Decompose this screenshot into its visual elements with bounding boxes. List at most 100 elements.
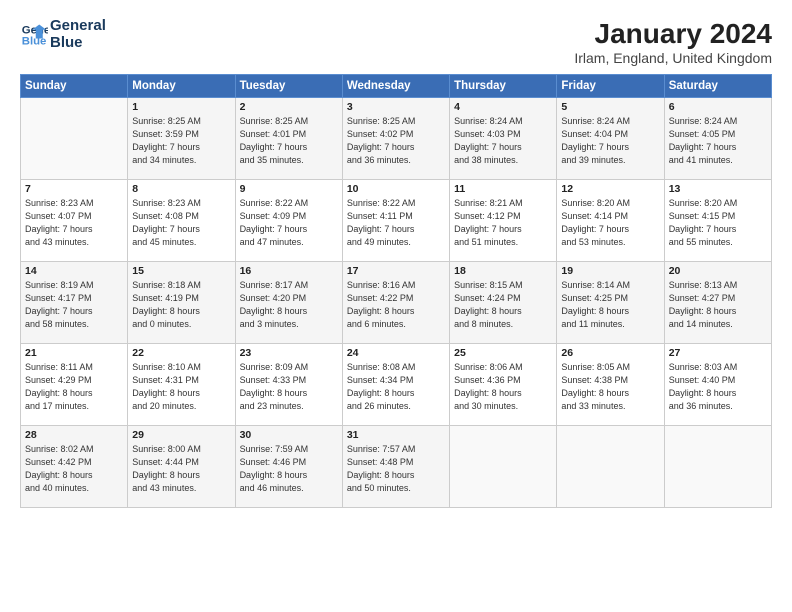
week-row-5: 28Sunrise: 8:02 AM Sunset: 4:42 PM Dayli… [21,426,772,508]
day-number: 6 [669,101,767,113]
day-number: 22 [132,347,230,359]
weekday-header-sunday: Sunday [21,75,128,98]
day-cell: 23 Sunrise: 8:09 AM Sunset: 4:33 PM Dayli… [235,344,342,426]
day-number: 3 [347,101,445,113]
day-cell: 27Sunrise: 8:03 AM Sunset: 4:40 PM Dayli… [664,344,771,426]
day-number: 25 [454,347,552,359]
day-cell: 29Sunrise: 8:00 AM Sunset: 4:44 PM Dayli… [128,426,235,508]
day-info: Sunrise: 8:24 AM Sunset: 4:03 PM Dayligh… [454,115,552,167]
day-number: 13 [669,183,767,195]
day-cell: 11Sunrise: 8:21 AM Sunset: 4:12 PM Dayli… [450,180,557,262]
week-row-2: 7 Sunrise: 8:23 AM Sunset: 4:07 PM Daylig… [21,180,772,262]
day-info: Sunrise: 7:57 AM Sunset: 4:48 PM Dayligh… [347,443,445,495]
day-info: Sunrise: 8:20 AM Sunset: 4:15 PM Dayligh… [669,197,767,249]
day-cell: 7 Sunrise: 8:23 AM Sunset: 4:07 PM Daylig… [21,180,128,262]
day-cell: 20 Sunrise: 8:13 AM Sunset: 4:27 PM Dayli… [664,262,771,344]
day-info: Sunrise: 8:25 AM Sunset: 4:02 PM Dayligh… [347,115,445,167]
day-number: 4 [454,101,552,113]
day-cell [557,426,664,508]
day-cell: 4 Sunrise: 8:24 AM Sunset: 4:03 PM Daylig… [450,98,557,180]
day-number: 16 [240,265,338,277]
logo-text: General Blue [50,18,106,51]
day-number: 8 [132,183,230,195]
title-block: January 2024 Irlam, England, United King… [574,18,772,66]
svg-text:General: General [22,24,48,36]
day-cell: 14 Sunrise: 8:19 AM Sunset: 4:17 PM Dayli… [21,262,128,344]
day-info: Sunrise: 8:10 AM Sunset: 4:31 PM Dayligh… [132,361,230,413]
day-info: Sunrise: 8:19 AM Sunset: 4:17 PM Dayligh… [25,279,123,331]
day-info: Sunrise: 8:25 AM Sunset: 3:59 PM Dayligh… [132,115,230,167]
day-cell: 17 Sunrise: 8:16 AM Sunset: 4:22 PM Dayli… [342,262,449,344]
day-info: Sunrise: 8:02 AM Sunset: 4:42 PM Dayligh… [25,443,123,495]
day-info: Sunrise: 8:14 AM Sunset: 4:25 PM Dayligh… [561,279,659,331]
day-info: Sunrise: 8:06 AM Sunset: 4:36 PM Dayligh… [454,361,552,413]
day-number: 17 [347,265,445,277]
day-cell: 3 Sunrise: 8:25 AM Sunset: 4:02 PM Daylig… [342,98,449,180]
day-info: Sunrise: 8:15 AM Sunset: 4:24 PM Dayligh… [454,279,552,331]
day-number: 26 [561,347,659,359]
day-info: Sunrise: 8:17 AM Sunset: 4:20 PM Dayligh… [240,279,338,331]
day-number: 31 [347,429,445,441]
day-number: 19 [561,265,659,277]
day-cell: 30Sunrise: 7:59 AM Sunset: 4:46 PM Dayli… [235,426,342,508]
logo-icon: General Blue [20,21,48,49]
day-number: 1 [132,101,230,113]
header: General Blue General Blue January 2024 I… [20,18,772,66]
day-cell: 10 Sunrise: 8:22 AM Sunset: 4:11 PM Dayli… [342,180,449,262]
day-cell: 9 Sunrise: 8:22 AM Sunset: 4:09 PM Daylig… [235,180,342,262]
weekday-header-thursday: Thursday [450,75,557,98]
day-cell [450,426,557,508]
day-cell: 28Sunrise: 8:02 AM Sunset: 4:42 PM Dayli… [21,426,128,508]
weekday-header-tuesday: Tuesday [235,75,342,98]
day-cell [664,426,771,508]
day-info: Sunrise: 8:00 AM Sunset: 4:44 PM Dayligh… [132,443,230,495]
page: General Blue General Blue January 2024 I… [0,0,792,612]
day-cell: 22 Sunrise: 8:10 AM Sunset: 4:31 PM Dayli… [128,344,235,426]
day-info: Sunrise: 8:23 AM Sunset: 4:07 PM Dayligh… [25,197,123,249]
day-info: Sunrise: 8:05 AM Sunset: 4:38 PM Dayligh… [561,361,659,413]
day-info: Sunrise: 8:13 AM Sunset: 4:27 PM Dayligh… [669,279,767,331]
day-number: 2 [240,101,338,113]
day-number: 23 [240,347,338,359]
day-info: Sunrise: 8:11 AM Sunset: 4:29 PM Dayligh… [25,361,123,413]
day-cell: 6Sunrise: 8:24 AM Sunset: 4:05 PM Daylig… [664,98,771,180]
day-cell: 31 Sunrise: 7:57 AM Sunset: 4:48 PM Dayli… [342,426,449,508]
day-info: Sunrise: 8:25 AM Sunset: 4:01 PM Dayligh… [240,115,338,167]
day-number: 9 [240,183,338,195]
day-cell: 16 Sunrise: 8:17 AM Sunset: 4:20 PM Dayli… [235,262,342,344]
weekday-header-friday: Friday [557,75,664,98]
day-cell: 26 Sunrise: 8:05 AM Sunset: 4:38 PM Dayli… [557,344,664,426]
day-cell: 13 Sunrise: 8:20 AM Sunset: 4:15 PM Dayli… [664,180,771,262]
day-cell: 1 Sunrise: 8:25 AM Sunset: 3:59 PM Daylig… [128,98,235,180]
day-info: Sunrise: 8:16 AM Sunset: 4:22 PM Dayligh… [347,279,445,331]
day-info: Sunrise: 8:24 AM Sunset: 4:04 PM Dayligh… [561,115,659,167]
day-cell: 18Sunrise: 8:15 AM Sunset: 4:24 PM Dayli… [450,262,557,344]
day-number: 7 [25,183,123,195]
subtitle: Irlam, England, United Kingdom [574,50,772,66]
day-cell: 5 Sunrise: 8:24 AM Sunset: 4:04 PM Daylig… [557,98,664,180]
weekday-header-row: SundayMondayTuesdayWednesdayThursdayFrid… [21,75,772,98]
day-number: 20 [669,265,767,277]
day-number: 27 [669,347,767,359]
week-row-1: 1 Sunrise: 8:25 AM Sunset: 3:59 PM Daylig… [21,98,772,180]
main-title: January 2024 [574,18,772,50]
week-row-3: 14 Sunrise: 8:19 AM Sunset: 4:17 PM Dayli… [21,262,772,344]
day-info: Sunrise: 8:21 AM Sunset: 4:12 PM Dayligh… [454,197,552,249]
day-cell [21,98,128,180]
day-number: 5 [561,101,659,113]
day-number: 21 [25,347,123,359]
day-info: Sunrise: 8:22 AM Sunset: 4:09 PM Dayligh… [240,197,338,249]
day-number: 14 [25,265,123,277]
logo: General Blue General Blue [20,18,106,51]
weekday-header-saturday: Saturday [664,75,771,98]
day-number: 15 [132,265,230,277]
day-number: 10 [347,183,445,195]
weekday-header-monday: Monday [128,75,235,98]
day-info: Sunrise: 8:08 AM Sunset: 4:34 PM Dayligh… [347,361,445,413]
day-cell: 21 Sunrise: 8:11 AM Sunset: 4:29 PM Dayli… [21,344,128,426]
day-cell: 25 Sunrise: 8:06 AM Sunset: 4:36 PM Dayli… [450,344,557,426]
day-info: Sunrise: 7:59 AM Sunset: 4:46 PM Dayligh… [240,443,338,495]
day-info: Sunrise: 8:22 AM Sunset: 4:11 PM Dayligh… [347,197,445,249]
day-info: Sunrise: 8:09 AM Sunset: 4:33 PM Dayligh… [240,361,338,413]
day-cell: 8Sunrise: 8:23 AM Sunset: 4:08 PM Daylig… [128,180,235,262]
